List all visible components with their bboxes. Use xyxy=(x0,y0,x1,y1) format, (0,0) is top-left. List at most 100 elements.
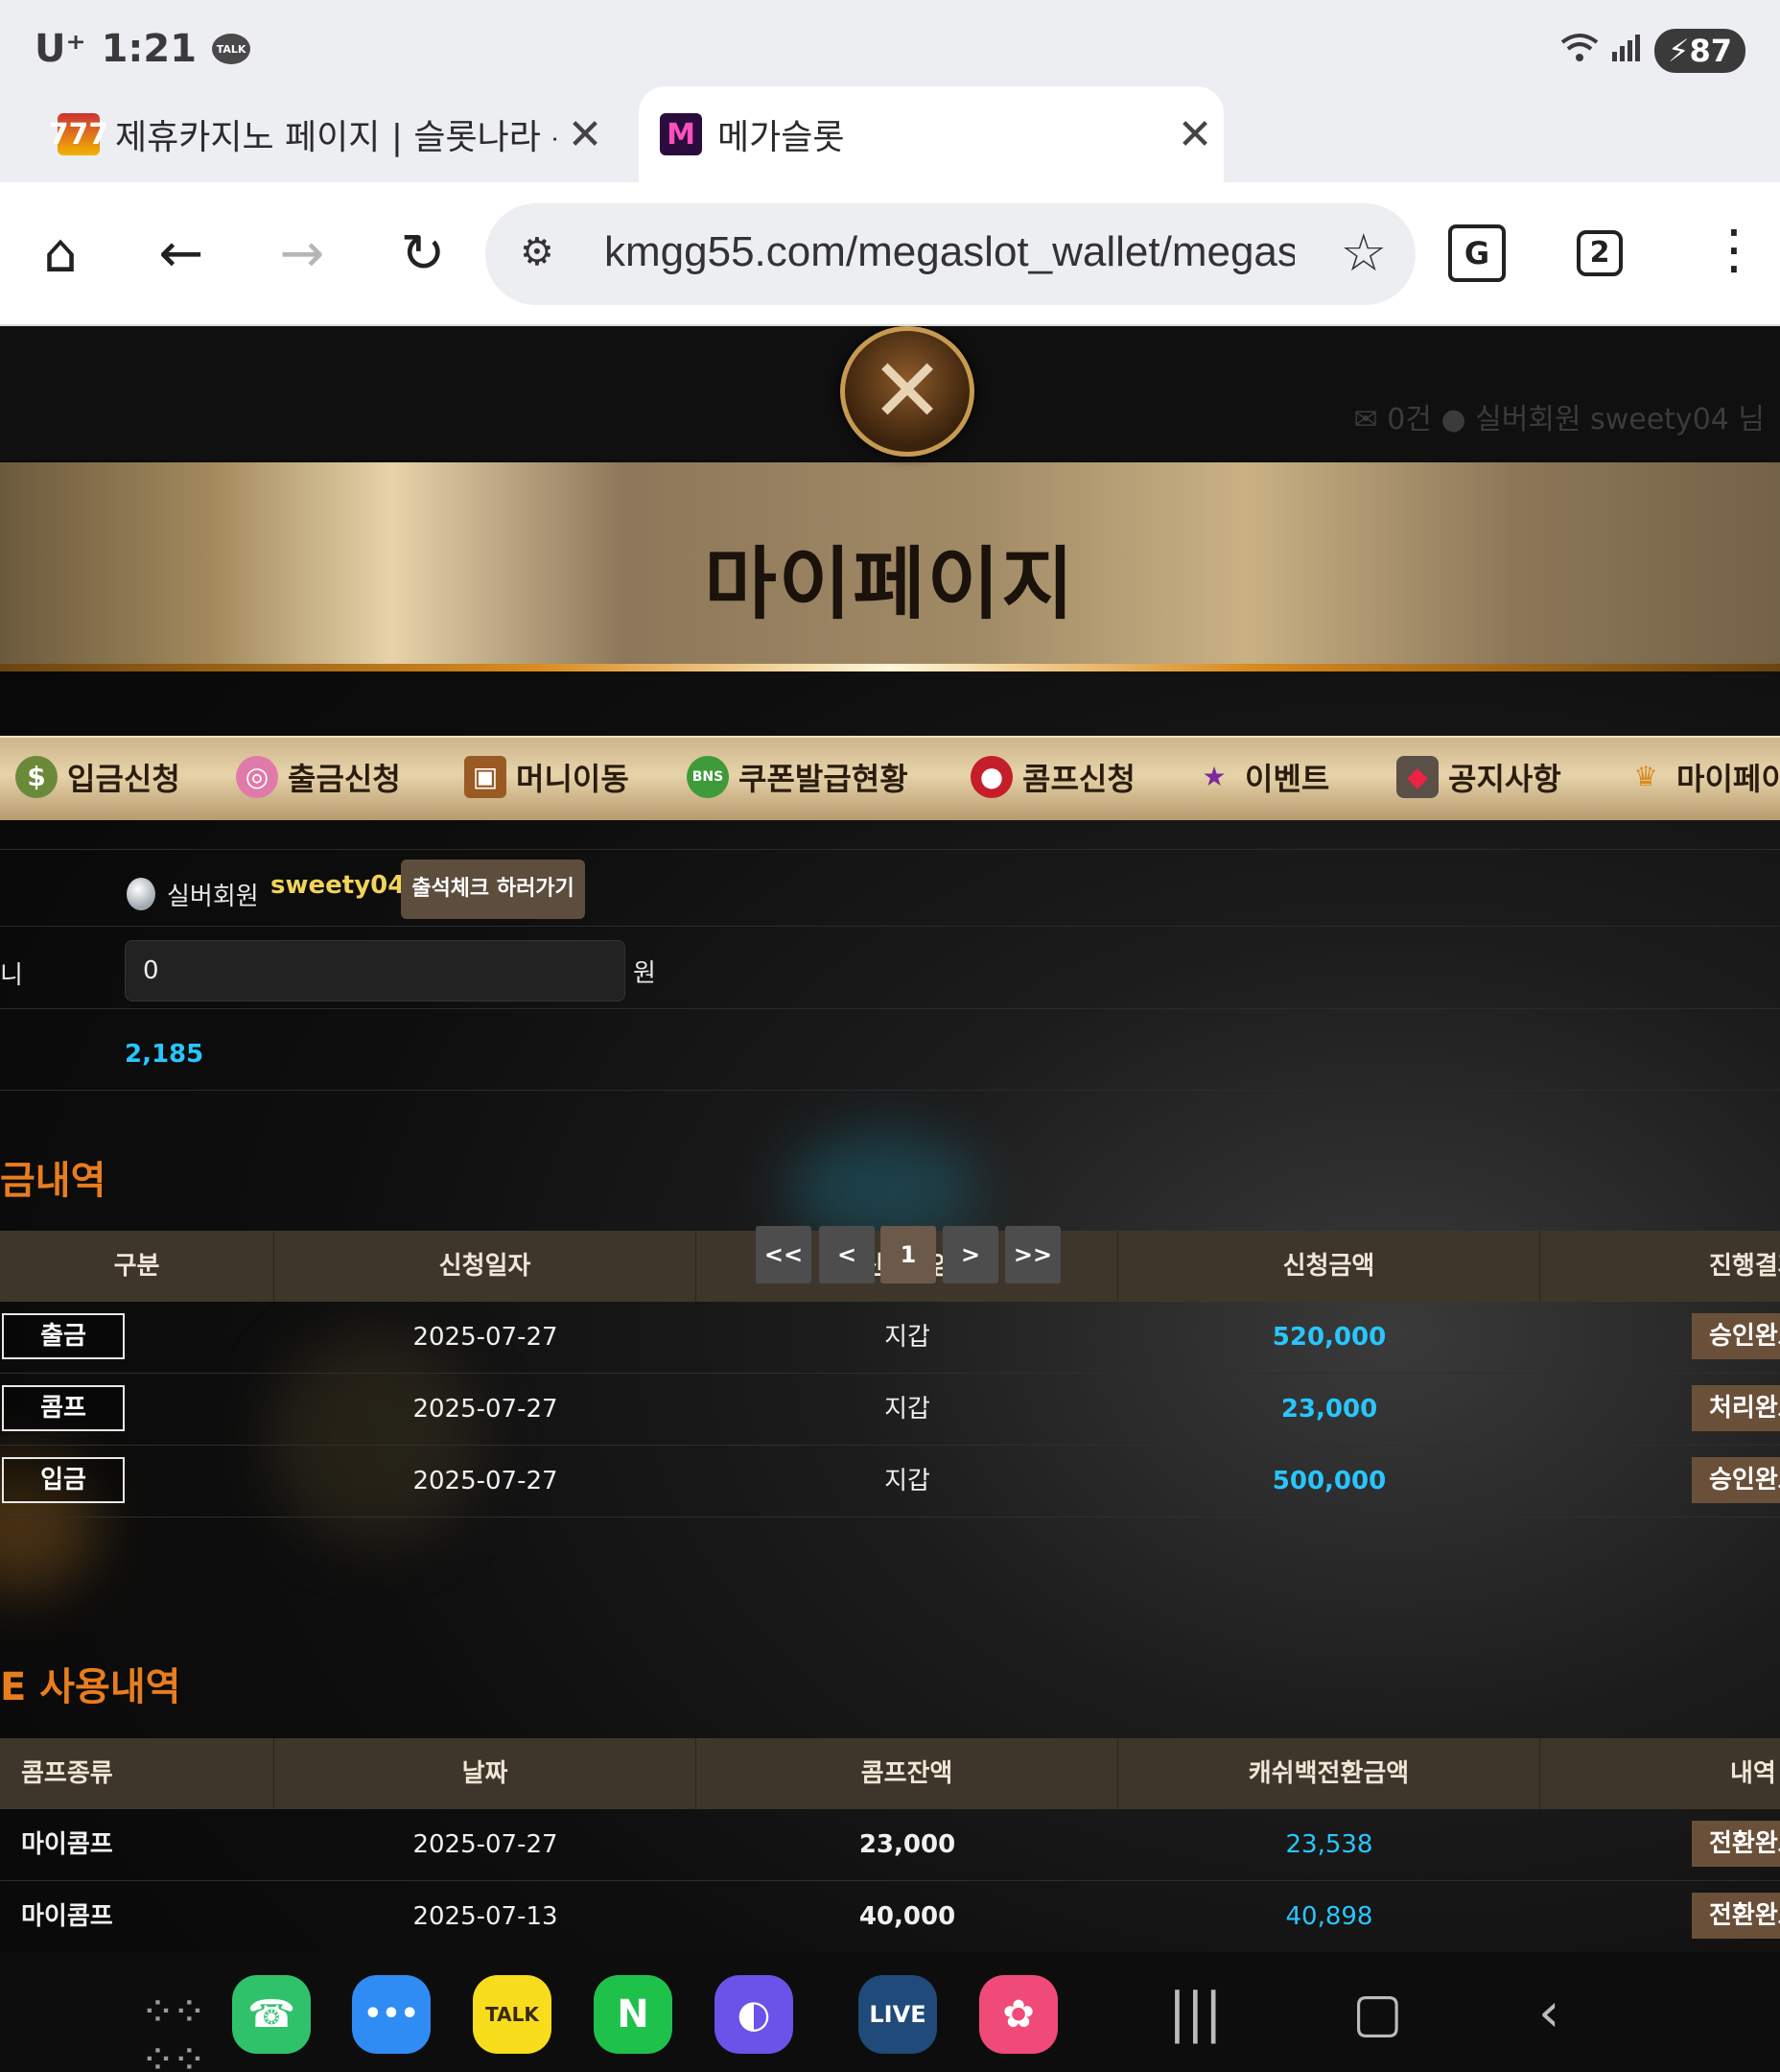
table-row: 출금 2025-07-27 지갑 520,000 승인완료 xyxy=(0,1302,1780,1374)
nav-deposit[interactable]: $ 입금신청 xyxy=(15,755,180,799)
comp-table-header: 콤프종류 날짜 콤프잔액 캐쉬백전환금액 내역 xyxy=(0,1738,1780,1809)
point-value: 2,185 xyxy=(125,1040,204,1069)
table-row: 마이콤프 2025-07-13 40,000 40,898 전환완료 xyxy=(0,1881,1780,1953)
nav-label: 쿠폰발급현황 xyxy=(738,761,908,797)
row-amount: 520,000 xyxy=(1272,1323,1387,1352)
divider xyxy=(0,1090,1780,1091)
pagination-first[interactable]: << xyxy=(756,1226,811,1283)
bonus-icon: BNS xyxy=(687,756,729,798)
divider xyxy=(0,926,1780,927)
col-header: 콤프종류 xyxy=(0,1738,274,1809)
close-tab-icon[interactable]: ✕ xyxy=(556,110,614,159)
pagination-prev[interactable]: < xyxy=(819,1226,875,1283)
close-icon: ✕ xyxy=(870,340,945,442)
clock: 1:21 xyxy=(101,27,198,71)
site-settings-icon[interactable]: ⚙ xyxy=(520,230,554,274)
col-header: 구분 xyxy=(0,1231,274,1302)
kakaotalk-app-icon[interactable]: TALK xyxy=(473,1975,551,2054)
nav-comp[interactable]: ● 콤프신청 xyxy=(971,755,1136,799)
gallery-app-icon[interactable]: ✿ xyxy=(979,1975,1058,2054)
carrier-label: U⁺ xyxy=(35,27,86,71)
bookmark-star-icon[interactable]: ☆ xyxy=(1341,223,1387,283)
browser-toolbar: ⌂ ← → ↻ ⚙ kmgg55.com/megaslot_wallet/meg… xyxy=(0,182,1780,326)
nav-events[interactable]: ★ 이벤트 xyxy=(1193,755,1329,799)
url-text[interactable]: kmgg55.com/megaslot_wallet/megas xyxy=(604,228,1295,276)
back-nav-icon[interactable]: ‹ xyxy=(1538,1985,1559,2042)
treasure-chest-icon: ▣ xyxy=(464,756,506,798)
forward-icon[interactable]: → xyxy=(269,221,336,288)
back-icon[interactable]: ← xyxy=(148,221,215,288)
member-grade: 실버회원 xyxy=(167,883,259,911)
type-badge: 출금 xyxy=(2,1313,125,1359)
tab-slotnara[interactable]: 777 제휴카지노 페이지 | 슬롯나라 - 2 ✕ xyxy=(49,86,614,182)
tab-strip: 777 제휴카지노 페이지 | 슬롯나라 - 2 ✕ M 메가슬롯 ✕ + xyxy=(0,86,1780,250)
translate-icon[interactable]: G xyxy=(1448,224,1506,282)
row-date: 2025-07-27 xyxy=(412,1467,558,1495)
row-status: 승인완료 xyxy=(1692,1457,1780,1503)
attendance-check-button[interactable]: 출석체크 하러가기 xyxy=(401,859,585,919)
status-right: ⚡87 xyxy=(1560,29,1745,73)
wifi-icon xyxy=(1560,31,1599,71)
comp-section-title: E 사용내역 xyxy=(0,1665,181,1709)
nav-money-transfer[interactable]: ▣ 머니이동 xyxy=(464,755,629,799)
book-icon: ◆ xyxy=(1396,756,1439,798)
cherry-icon: ● xyxy=(971,756,1013,798)
table-row: 콤프 2025-07-27 지갑 23,000 처리완료 xyxy=(0,1374,1780,1446)
row-status: 전환완료 xyxy=(1692,1821,1780,1867)
username: sweety04 xyxy=(270,871,406,900)
status-bar: U⁺ 1:21 TALK ⚡87 xyxy=(0,0,1780,86)
row-status: 승인완료 xyxy=(1692,1313,1780,1359)
reload-icon[interactable]: ↻ xyxy=(389,221,457,288)
money-bag-icon: $ xyxy=(15,756,58,798)
recent-apps-icon[interactable]: ||| xyxy=(1168,1985,1223,2042)
tab-title: 제휴카지노 페이지 | 슬롯나라 - 2 xyxy=(115,118,556,157)
page-title: 마이페이지 xyxy=(704,539,1076,630)
pagination-last[interactable]: >> xyxy=(1005,1226,1061,1283)
history-section-title: 금내역 xyxy=(0,1159,106,1203)
close-tab-icon[interactable]: ✕ xyxy=(1166,110,1224,159)
money-amount-field[interactable] xyxy=(125,940,625,1001)
nav-withdraw[interactable]: ◎ 출금신청 xyxy=(236,755,401,799)
home-icon[interactable]: ⌂ xyxy=(27,221,94,288)
tab-switcher-button[interactable]: 2 xyxy=(1577,230,1623,276)
row-status: 전환완료 xyxy=(1692,1893,1780,1939)
phone-app-icon[interactable]: ☎ xyxy=(232,1975,311,2054)
mega-m-icon: M xyxy=(660,113,702,155)
col-header: 날짜 xyxy=(274,1738,696,1809)
row-game: 지갑 xyxy=(884,1323,930,1352)
row-amount: 23,000 xyxy=(1280,1395,1378,1424)
livescore-app-icon[interactable]: LIVE xyxy=(858,1975,937,2054)
address-bar[interactable]: ⚙ kmgg55.com/megaslot_wallet/megas ☆ xyxy=(485,203,1416,305)
col-header: 신청일자 xyxy=(274,1231,696,1302)
pagination-page-1[interactable]: 1 xyxy=(880,1226,936,1283)
app-drawer-icon[interactable]: ⁘⁘ ⁘⁘ xyxy=(140,1989,207,2072)
row-cashback: 23,538 xyxy=(1285,1830,1373,1859)
battery-indicator: ⚡87 xyxy=(1654,29,1745,73)
banner-divider xyxy=(0,664,1780,671)
status-left: U⁺ 1:21 TALK xyxy=(35,27,251,71)
pagination-next[interactable]: > xyxy=(943,1226,998,1283)
close-modal-button[interactable]: ✕ xyxy=(840,326,974,457)
row-date: 2025-07-27 xyxy=(412,1323,558,1352)
row-amount: 500,000 xyxy=(1272,1467,1387,1495)
divider xyxy=(0,1008,1780,1009)
internet-app-icon[interactable]: ◐ xyxy=(714,1975,793,2054)
row-date: 2025-07-13 xyxy=(412,1902,558,1931)
naver-app-icon[interactable]: N xyxy=(594,1975,672,2054)
nav-label: 입금신청 xyxy=(67,761,180,797)
type-badge: 입금 xyxy=(2,1457,125,1503)
row-balance: 40,000 xyxy=(858,1902,956,1931)
nav-notices[interactable]: ◆ 공지사항 xyxy=(1396,755,1561,799)
battery-level: 87 xyxy=(1689,33,1732,69)
nav-coupons[interactable]: BNS 쿠폰발급현황 xyxy=(687,755,908,799)
col-header: 진행결과 xyxy=(1709,1252,1780,1281)
nav-label: 마이페이 xyxy=(1676,761,1780,797)
nav-mypage[interactable]: ♛ 마이페이 xyxy=(1625,755,1780,799)
row-kind: 마이콤프 xyxy=(21,1902,113,1931)
tab-title: 메가슬롯 xyxy=(717,118,845,157)
tab-megaslot[interactable]: M 메가슬롯 ✕ xyxy=(639,86,1224,182)
more-menu-icon[interactable]: ⋮ xyxy=(1707,217,1761,284)
row-date: 2025-07-27 xyxy=(412,1830,558,1859)
messages-app-icon[interactable]: ••• xyxy=(352,1975,431,2054)
home-button-icon[interactable]: ▢ xyxy=(1352,1985,1403,2042)
